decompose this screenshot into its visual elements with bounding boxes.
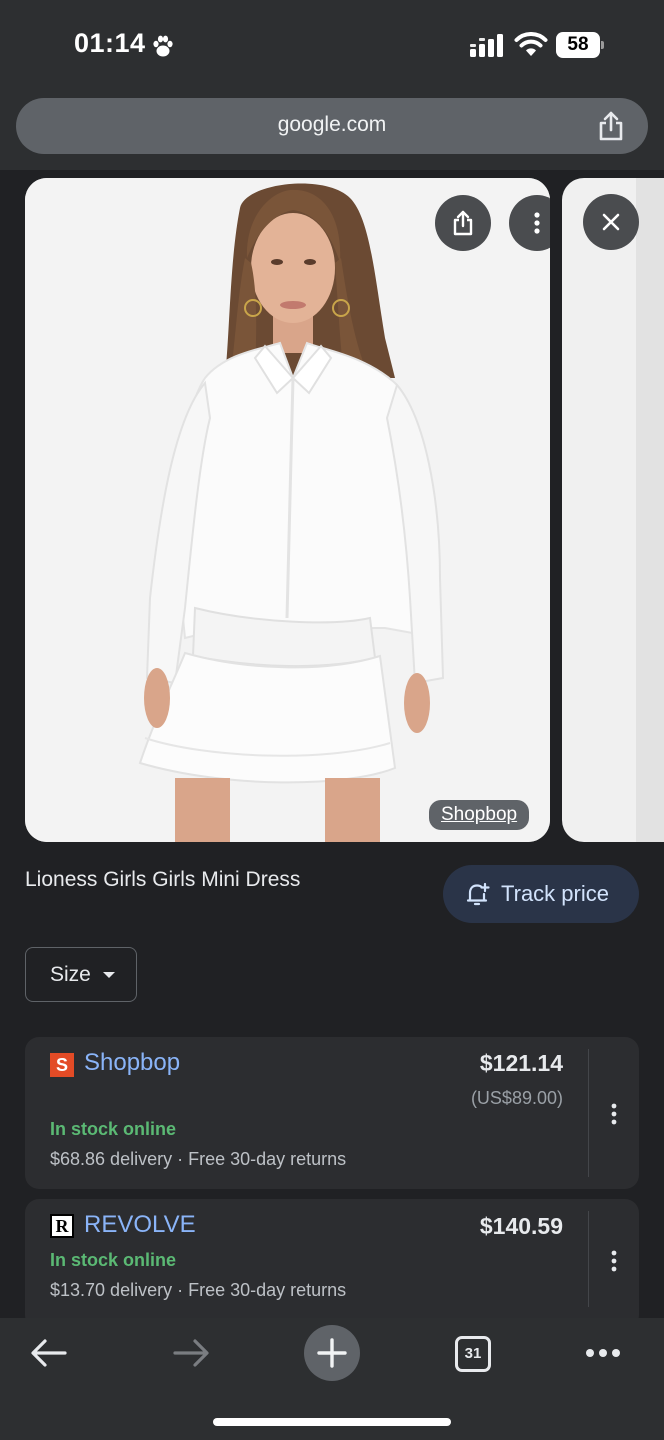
price-alert-icon	[466, 882, 490, 906]
caret-down-icon	[102, 971, 115, 978]
battery-level: 58	[556, 32, 600, 58]
close-button[interactable]	[583, 194, 639, 250]
product-title: Lioness Girls Girls Mini Dress	[25, 868, 301, 891]
address-area: google.com	[0, 90, 664, 170]
back-icon[interactable]	[30, 1338, 68, 1368]
delivery-info: $68.86 delivery · Free 30-day returns	[50, 1149, 347, 1169]
size-filter-label: Size	[50, 962, 91, 986]
more-vert-icon[interactable]	[610, 1103, 618, 1125]
more-vert-icon	[534, 212, 540, 234]
status-time: 01:14	[74, 28, 146, 58]
track-price-button[interactable]: Track price	[443, 865, 639, 923]
share-icon[interactable]	[596, 110, 626, 142]
forward-icon[interactable]	[172, 1338, 210, 1368]
revolve-logo: R	[50, 1214, 74, 1238]
more-vert-icon[interactable]	[610, 1250, 618, 1272]
size-filter-dropdown[interactable]: Size	[25, 947, 137, 1002]
product-photo	[25, 178, 550, 842]
more-horiz-icon[interactable]	[585, 1347, 621, 1359]
image-source-link[interactable]: Shopbop	[429, 800, 530, 830]
new-tab-button[interactable]	[303, 1324, 361, 1382]
share-icon	[453, 210, 473, 236]
delivery-info: $13.70 delivery · Free 30-day returns	[50, 1280, 347, 1300]
battery-indicator: 58	[556, 32, 604, 58]
offer-divider	[588, 1049, 589, 1177]
store-name-link[interactable]: REVOLVE	[84, 1211, 196, 1239]
stock-status: In stock online	[50, 1119, 177, 1139]
offer-price: $121.14	[479, 1050, 563, 1076]
offer-card[interactable]: S Shopbop $121.14 (US$89.00) In stock on…	[25, 1037, 639, 1189]
shopbop-logo: S	[50, 1053, 74, 1077]
url-bar[interactable]: google.com	[16, 98, 648, 154]
paw-icon	[153, 35, 173, 57]
track-price-label: Track price	[501, 881, 609, 906]
stock-status: In stock online	[50, 1250, 177, 1270]
tab-switcher-button[interactable]: 31	[455, 1336, 491, 1372]
product-image-card[interactable]	[25, 178, 550, 842]
next-image-preview	[636, 178, 664, 842]
offer-price: $140.59	[479, 1213, 563, 1239]
offer-original-price: (US$89.00)	[470, 1088, 563, 1108]
battery-cap	[601, 41, 604, 49]
home-indicator[interactable]	[213, 1418, 451, 1426]
offer-divider	[588, 1211, 589, 1307]
image-share-button[interactable]	[435, 195, 491, 251]
status-bar: 01:14 58	[0, 0, 664, 90]
offer-card[interactable]: R REVOLVE $140.59 In stock online $13.70…	[25, 1199, 639, 1329]
close-icon	[602, 213, 620, 231]
url-text[interactable]: google.com	[16, 113, 648, 137]
next-image-card[interactable]	[562, 178, 664, 842]
signal-icon	[470, 34, 503, 57]
store-name-link[interactable]: Shopbop	[84, 1049, 180, 1077]
wifi-icon	[514, 32, 548, 56]
